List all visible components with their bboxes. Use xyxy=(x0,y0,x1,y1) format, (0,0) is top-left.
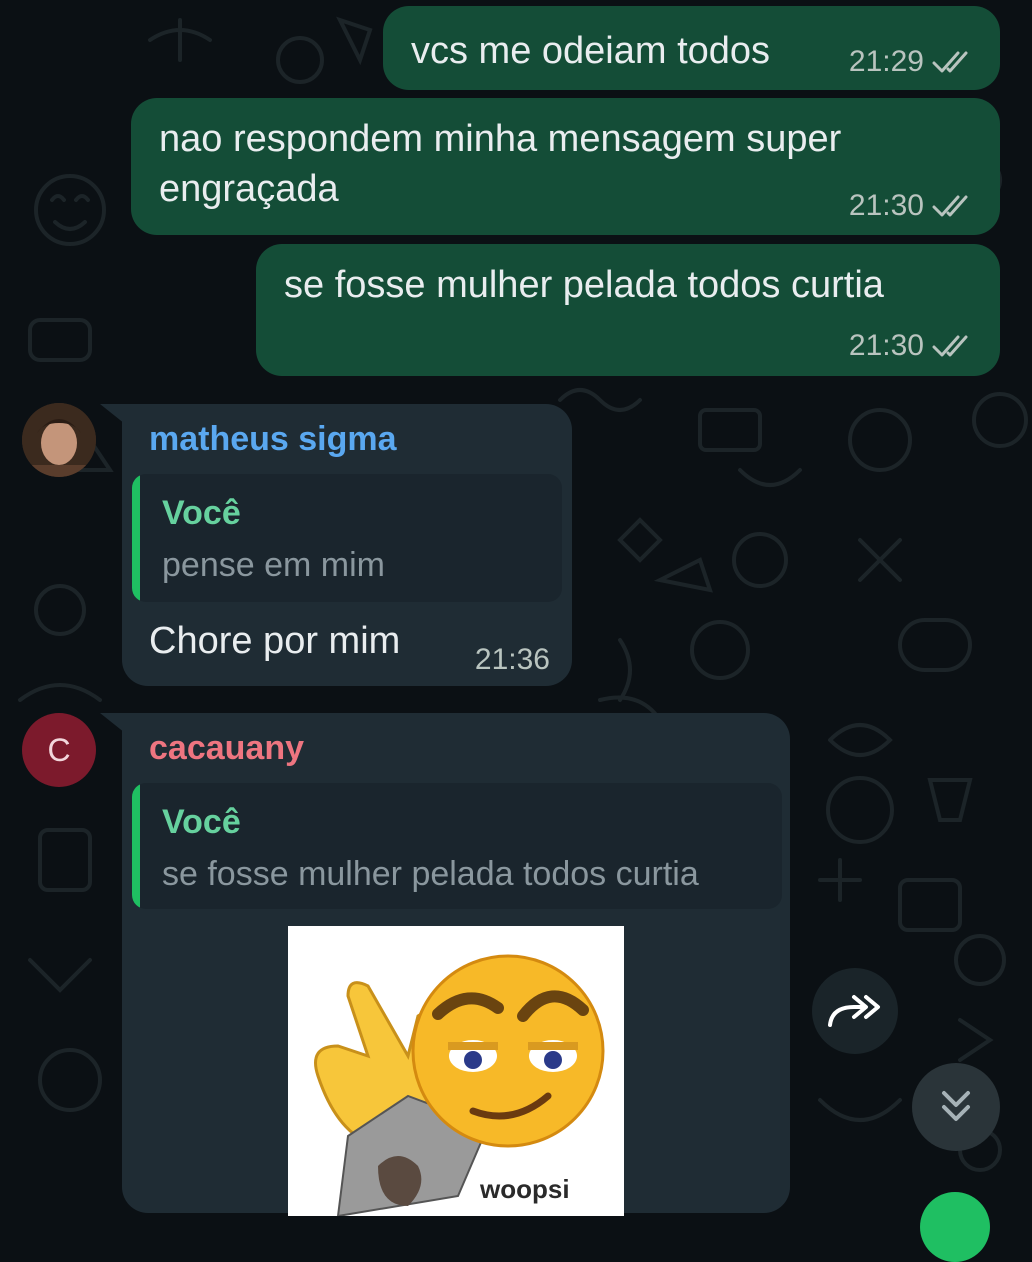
double-check-icon xyxy=(932,51,968,73)
profile-photo xyxy=(22,403,96,477)
forward-button[interactable] xyxy=(812,968,898,1054)
message-bubble-outgoing[interactable]: nao respondem minha mensagem super engra… xyxy=(131,98,1000,235)
message-text: se fosse mulher pelada todos curtia xyxy=(284,264,884,306)
message-bubble-outgoing[interactable]: vcs me odeiam todos 21:29 xyxy=(383,6,1000,90)
scroll-to-bottom-button[interactable] xyxy=(912,1063,1000,1151)
message-bubble-incoming[interactable]: matheus sigma Você pense em mim Chore po… xyxy=(122,404,572,686)
message-bubble-outgoing[interactable]: se fosse mulher pelada todos curtia 21:3… xyxy=(256,244,1000,376)
message-time: 21:30 xyxy=(848,329,924,363)
message-time: 21:30 xyxy=(848,189,924,223)
sender-name: cacauany xyxy=(149,729,304,767)
action-button[interactable] xyxy=(920,1192,990,1262)
quote-text: se fosse mulher pelada todos curtia xyxy=(162,855,699,893)
quote-accent-bar xyxy=(132,474,140,602)
message-time: 21:29 xyxy=(848,45,924,79)
message-text: Chore por mim xyxy=(149,620,401,662)
reply-quote[interactable]: Você pense em mim xyxy=(132,474,562,602)
sticker-image[interactable]: woopsi xyxy=(288,926,624,1216)
quote-text: pense em mim xyxy=(162,546,385,584)
message-meta: 21:30 xyxy=(849,328,976,363)
double-check-icon xyxy=(932,335,968,357)
sticker-caption: woopsi xyxy=(480,1174,570,1204)
quote-author: Você xyxy=(162,803,241,841)
forward-icon xyxy=(828,995,880,1027)
message-text: vcs me odeiam todos xyxy=(411,30,771,72)
avatar[interactable]: C xyxy=(22,713,96,787)
avatar[interactable] xyxy=(22,403,96,477)
message-bubble-incoming[interactable]: cacauany Você se fosse mulher pelada tod… xyxy=(122,713,790,1216)
quote-accent-bar xyxy=(132,783,140,909)
message-text: nao respondem minha mensagem super engra… xyxy=(159,118,842,210)
message-meta: 21:30 xyxy=(849,188,976,223)
double-check-icon xyxy=(932,195,968,217)
message-meta: 21:36 xyxy=(475,642,550,677)
reply-quote[interactable]: Você se fosse mulher pelada todos curtia xyxy=(132,783,782,909)
quote-author: Você xyxy=(162,494,241,532)
message-time: 21:36 xyxy=(474,643,550,677)
sender-name: matheus sigma xyxy=(149,420,397,458)
message-meta: 21:29 xyxy=(849,44,976,79)
avatar-initial: C xyxy=(47,731,71,768)
smirking-emoji-sticker xyxy=(314,954,605,1216)
double-chevron-down-icon xyxy=(942,1091,970,1121)
